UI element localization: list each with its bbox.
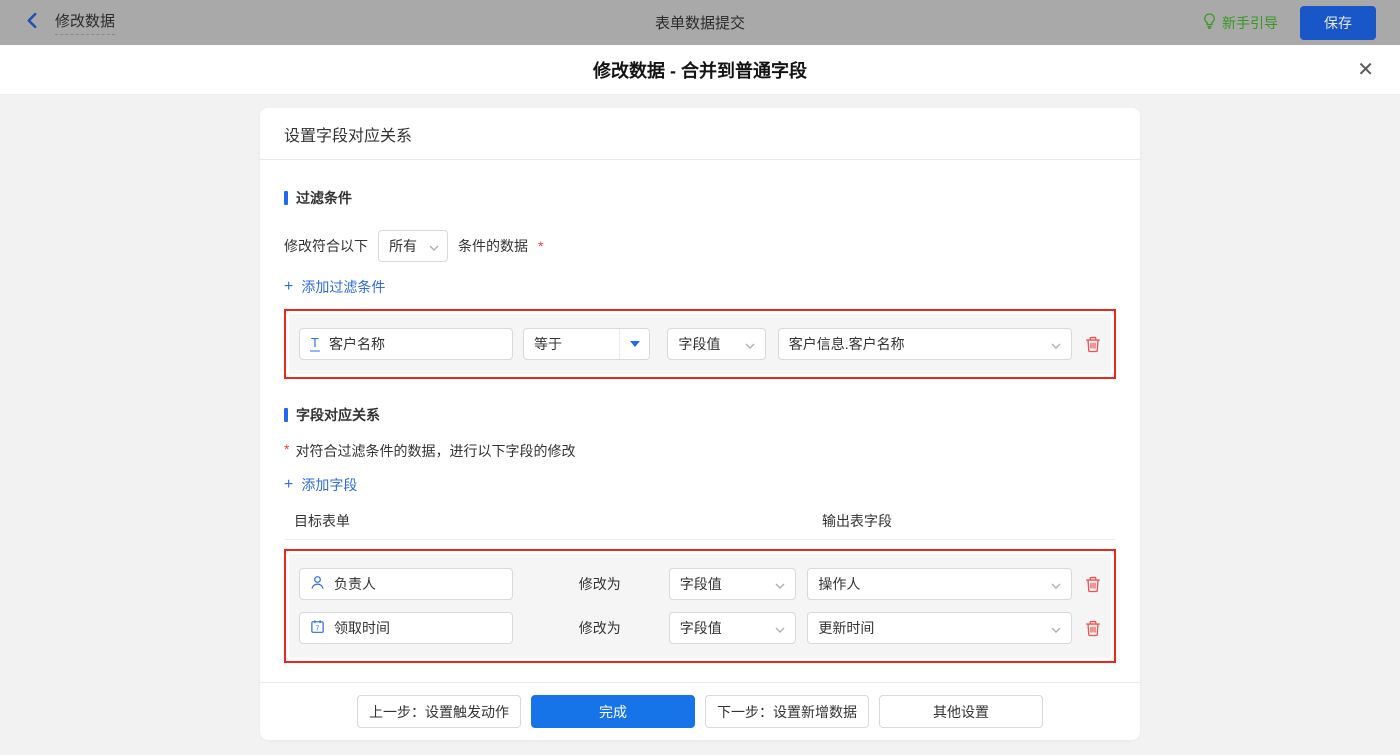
filter-highlight-box: T 客户名称 等于 字段值 客户信息.客户名称: [284, 309, 1116, 379]
target-field-input[interactable]: 负责人: [299, 568, 513, 600]
value-select[interactable]: 客户信息.客户名称: [777, 328, 1072, 360]
mapping-row: 7 领取时间 修改为 字段值 更新时间: [299, 612, 1101, 644]
lightbulb-icon: [1203, 13, 1216, 32]
value-type-select[interactable]: 字段值: [668, 612, 797, 644]
dialog-header: 修改数据 - 合并到普通字段 ✕: [0, 45, 1400, 95]
user-icon: [310, 575, 325, 593]
plus-icon: +: [284, 278, 294, 295]
value-select[interactable]: 更新时间: [807, 612, 1072, 644]
filter-section-title: 过滤条件: [284, 188, 1116, 208]
add-filter-condition-link[interactable]: + 添加过滤条件: [284, 277, 385, 297]
required-mark: *: [538, 238, 544, 254]
trash-icon: [1086, 336, 1100, 352]
mapping-row: 负责人 修改为 字段值 操作人: [299, 568, 1101, 600]
settings-card: 设置字段对应关系 过滤条件 修改符合以下 所有 条件的数据 * + 添加过滤条件…: [260, 108, 1140, 740]
calendar-icon: 7: [310, 619, 325, 637]
output-field-column-header: 输出表字段: [822, 513, 892, 529]
action-label: 修改为: [578, 576, 621, 592]
section-accent-bar: [284, 191, 288, 205]
back-button[interactable]: [24, 12, 41, 34]
operator-select[interactable]: 等于: [522, 328, 651, 360]
other-settings-button[interactable]: 其他设置: [879, 695, 1043, 728]
section-accent-bar: [284, 408, 288, 422]
filter-condition-row: T 客户名称 等于 字段值 客户信息.客户名称: [299, 328, 1101, 360]
target-form-column-header: 目标表单: [294, 513, 350, 529]
mapping-section-title: 字段对应关系: [284, 405, 1116, 425]
topbar-title: 表单数据提交: [654, 15, 745, 32]
close-icon[interactable]: ✕: [1357, 60, 1374, 80]
guide-label: 新手引导: [1222, 14, 1278, 31]
match-prefix-label: 修改符合以下: [284, 238, 368, 254]
chevron-down-icon: [745, 336, 755, 352]
mapping-column-headers: 目标表单 输出表字段: [284, 511, 1116, 531]
prev-step-button[interactable]: 上一步：设置触发动作: [357, 695, 521, 728]
chevron-down-icon: [1051, 336, 1061, 352]
card-header: 设置字段对应关系: [260, 108, 1140, 160]
operator-caret-button[interactable]: [619, 329, 649, 359]
chevron-down-icon: [1051, 620, 1061, 636]
svg-text:7: 7: [316, 625, 320, 632]
chevron-down-icon: [775, 576, 785, 592]
dialog-title: 修改数据 - 合并到普通字段: [593, 60, 807, 81]
trash-icon: [1086, 620, 1100, 636]
trash-icon: [1086, 576, 1100, 592]
done-button[interactable]: 完成: [531, 695, 695, 728]
plus-icon: +: [284, 476, 294, 493]
match-suffix-label: 条件的数据: [458, 238, 528, 254]
chevron-left-icon: [24, 12, 41, 34]
target-field-input[interactable]: 7 领取时间: [299, 612, 513, 644]
dialog-body: 设置字段对应关系 过滤条件 修改符合以下 所有 条件的数据 * + 添加过滤条件…: [0, 108, 1400, 755]
guide-link[interactable]: 新手引导: [1203, 13, 1278, 33]
delete-mapping-button[interactable]: [1085, 620, 1101, 637]
chevron-down-icon: [1051, 576, 1061, 592]
chevron-down-icon: [775, 620, 785, 636]
chevron-down-icon: [429, 238, 439, 254]
next-step-button[interactable]: 下一步：设置新增数据: [705, 695, 869, 728]
filter-field-input[interactable]: T 客户名称: [299, 328, 513, 360]
mapping-highlight-box: 负责人 修改为 字段值 操作人 7 领取时间 修改为 字段值 更新时间: [284, 549, 1116, 663]
action-label: 修改为: [578, 620, 621, 636]
match-condition-row: 修改符合以下 所有 条件的数据 *: [284, 230, 1116, 262]
text-field-icon: T: [310, 335, 320, 352]
divider: [284, 539, 1116, 540]
delete-condition-button[interactable]: [1085, 336, 1101, 353]
caret-down-icon: [629, 341, 640, 347]
flow-name[interactable]: 修改数据: [55, 10, 116, 35]
required-mark: *: [284, 441, 290, 457]
card-footer: 上一步：设置触发动作 完成 下一步：设置新增数据 其他设置: [260, 682, 1140, 740]
mapping-description: * 对符合过滤条件的数据，进行以下字段的修改: [284, 441, 576, 459]
add-field-link[interactable]: + 添加字段: [284, 475, 357, 495]
match-scope-select[interactable]: 所有: [378, 230, 448, 262]
value-type-select[interactable]: 字段值: [667, 328, 766, 360]
value-select[interactable]: 操作人: [807, 568, 1072, 600]
value-type-select[interactable]: 字段值: [668, 568, 797, 600]
save-button[interactable]: 保存: [1300, 5, 1376, 40]
topbar: 修改数据 表单数据提交 新手引导 保存: [0, 0, 1400, 45]
delete-mapping-button[interactable]: [1085, 576, 1101, 593]
